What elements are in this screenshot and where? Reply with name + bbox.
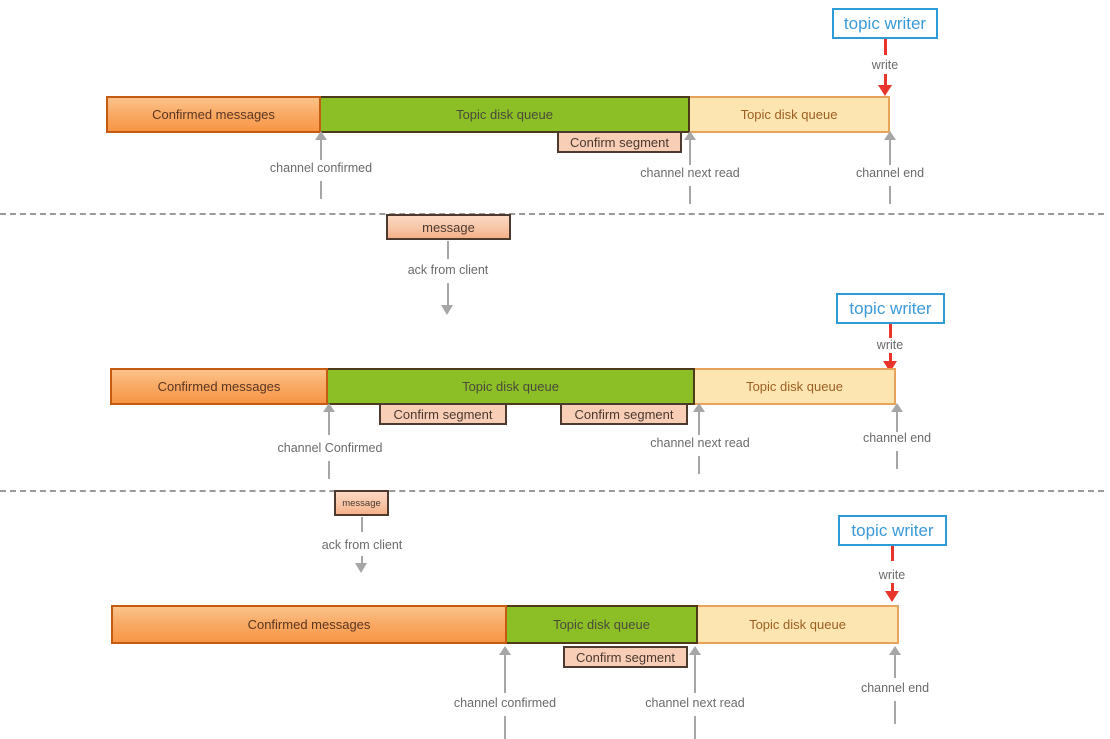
- pointer-head-channel-confirmed-1: [315, 131, 327, 140]
- pointer-line-channel-end-1: [889, 140, 891, 165]
- segment-label: Topic disk queue: [740, 107, 838, 122]
- pointer-head-channel-confirmed-2: [323, 403, 335, 412]
- write-arrow-head-1: [878, 85, 892, 96]
- pointer-line-channel-confirmed-3: [504, 655, 506, 693]
- pointer-label-channel-end-3: channel end: [860, 681, 930, 695]
- pointer-tail-channel-confirmed-2: [328, 461, 330, 479]
- diagram-canvas: topic writer write Confirmed messages To…: [0, 0, 1110, 739]
- topic-writer-box-2[interactable]: topic writer: [836, 293, 945, 324]
- confirm-segment-label: Confirm segment: [576, 649, 675, 665]
- confirm-segment-label: Confirm segment: [570, 134, 669, 150]
- segment-topic-disk-queue-yellow-2[interactable]: Topic disk queue: [695, 368, 896, 405]
- segment-confirmed-messages-1[interactable]: Confirmed messages: [106, 96, 321, 133]
- pointer-label-channel-end-1: channel end: [855, 166, 925, 180]
- pointer-label-channel-end-2: channel end: [862, 431, 932, 445]
- message-box-2[interactable]: message: [386, 214, 511, 240]
- segment-label: Topic disk queue: [462, 379, 559, 394]
- segment-label: Topic disk queue: [456, 107, 553, 122]
- pointer-tail-channel-end-1: [889, 186, 891, 204]
- topic-writer-label-3: topic writer: [851, 520, 934, 540]
- write-label-3: write: [878, 568, 906, 582]
- pointer-tail-channel-next-read-1: [689, 186, 691, 204]
- confirm-segment-label: Confirm segment: [393, 406, 493, 422]
- ack-arrow-line-3a: [361, 517, 363, 532]
- pointer-tail-channel-end-2: [896, 451, 898, 469]
- pointer-head-channel-next-read-1: [684, 131, 696, 140]
- pointer-label-channel-next-read-2: channel next read: [650, 436, 750, 450]
- ack-label-3: ack from client: [321, 538, 403, 552]
- ack-arrow-head-3: [355, 563, 367, 573]
- ack-arrow-line-2b: [447, 283, 449, 306]
- segment-label: Confirmed messages: [157, 379, 281, 394]
- topic-writer-label-1: topic writer: [843, 13, 927, 33]
- pointer-line-channel-next-read-1: [689, 140, 691, 165]
- pointer-head-channel-end-3: [889, 646, 901, 655]
- confirm-segment-label: Confirm segment: [574, 406, 674, 422]
- segment-topic-disk-queue-yellow-3[interactable]: Topic disk queue: [698, 605, 899, 644]
- pointer-line-channel-confirmed-1: [320, 140, 322, 160]
- pointer-tail-channel-next-read-3: [694, 716, 696, 739]
- pointer-head-channel-next-read-2: [693, 403, 705, 412]
- write-label-2: write: [876, 338, 904, 352]
- segment-label: Confirmed messages: [152, 107, 275, 122]
- pointer-line-channel-end-3: [894, 655, 896, 678]
- segment-topic-disk-queue-green-1[interactable]: Topic disk queue: [321, 96, 690, 133]
- section-divider-2: [0, 490, 1104, 492]
- pointer-label-channel-confirmed-2: channel Confirmed: [277, 441, 383, 455]
- topic-writer-box-1[interactable]: topic writer: [832, 8, 938, 39]
- pointer-head-channel-end-2: [891, 403, 903, 412]
- segment-label: Topic disk queue: [749, 617, 846, 632]
- segment-label: Confirmed messages: [247, 617, 371, 632]
- pointer-label-channel-confirmed-3: channel confirmed: [453, 696, 557, 710]
- write-label-1: write: [871, 58, 899, 72]
- topic-writer-label-2: topic writer: [849, 298, 932, 318]
- confirm-segment-badge-2-1[interactable]: Confirm segment: [379, 403, 507, 425]
- segment-topic-disk-queue-yellow-1[interactable]: Topic disk queue: [690, 96, 890, 133]
- segment-topic-disk-queue-green-2[interactable]: Topic disk queue: [328, 368, 695, 405]
- ack-arrow-head-2: [441, 305, 453, 315]
- pointer-tail-channel-confirmed-3: [504, 716, 506, 739]
- pointer-label-channel-confirmed-1: channel confirmed: [269, 161, 373, 175]
- write-arrow-head-3: [885, 591, 899, 602]
- segment-confirmed-messages-3[interactable]: Confirmed messages: [111, 605, 507, 644]
- confirm-segment-badge-3-1[interactable]: Confirm segment: [563, 646, 688, 668]
- ack-label-2: ack from client: [407, 263, 489, 277]
- segment-label: Topic disk queue: [746, 379, 843, 394]
- segment-label: Topic disk queue: [553, 617, 650, 632]
- pointer-label-channel-next-read-1: channel next read: [640, 166, 740, 180]
- confirm-segment-badge-2-2[interactable]: Confirm segment: [560, 403, 688, 425]
- confirm-segment-badge-1-1[interactable]: Confirm segment: [557, 131, 682, 153]
- pointer-line-channel-end-2: [896, 412, 898, 432]
- segment-topic-disk-queue-green-3[interactable]: Topic disk queue: [507, 605, 698, 644]
- write-arrow-line-2: [889, 324, 892, 338]
- message-box-3[interactable]: message: [334, 490, 389, 516]
- write-arrow-line-1: [884, 39, 887, 55]
- pointer-line-channel-next-read-2: [698, 412, 700, 435]
- pointer-head-channel-end-1: [884, 131, 896, 140]
- pointer-tail-channel-next-read-2: [698, 456, 700, 474]
- pointer-head-channel-next-read-3: [689, 646, 701, 655]
- pointer-tail-channel-confirmed-1: [320, 181, 322, 199]
- topic-writer-box-3[interactable]: topic writer: [838, 515, 947, 546]
- segment-confirmed-messages-2[interactable]: Confirmed messages: [110, 368, 328, 405]
- section-divider-1: [0, 213, 1104, 215]
- message-label-3: message: [342, 497, 381, 509]
- write-arrow-line-3: [891, 546, 894, 561]
- pointer-line-channel-confirmed-2: [328, 412, 330, 435]
- pointer-label-channel-next-read-3: channel next read: [645, 696, 745, 710]
- pointer-head-channel-confirmed-3: [499, 646, 511, 655]
- pointer-line-channel-next-read-3: [694, 655, 696, 693]
- message-label-2: message: [422, 219, 475, 235]
- pointer-tail-channel-end-3: [894, 701, 896, 724]
- ack-arrow-line-2a: [447, 241, 449, 259]
